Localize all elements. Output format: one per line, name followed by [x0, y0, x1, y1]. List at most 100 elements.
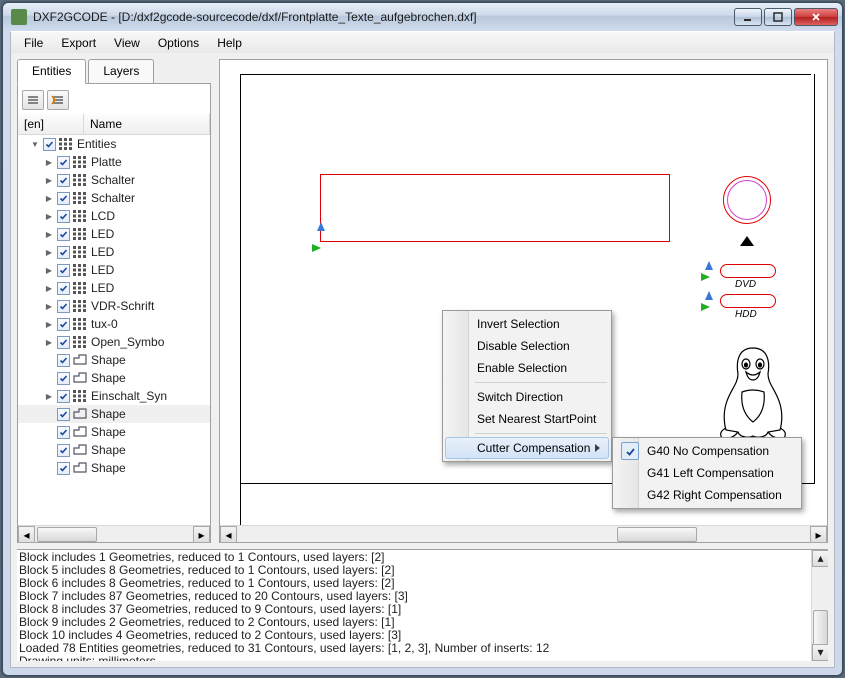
- tree-row[interactable]: Shape: [18, 369, 210, 387]
- checkbox[interactable]: [57, 426, 70, 439]
- expander-icon[interactable]: ▶: [44, 320, 54, 329]
- checkbox[interactable]: [57, 300, 70, 313]
- menu-view[interactable]: View: [105, 32, 149, 53]
- checkbox[interactable]: [57, 318, 70, 331]
- tree-row[interactable]: Shape: [18, 423, 210, 441]
- canvas-scroll-left-icon[interactable]: ◂: [220, 526, 237, 543]
- expander-icon[interactable]: ▶: [44, 302, 54, 311]
- expander-icon[interactable]: ▶: [44, 248, 54, 257]
- expander-icon[interactable]: ▶: [44, 230, 54, 239]
- tree-row[interactable]: ▶Open_Symbo: [18, 333, 210, 351]
- tree-row[interactable]: ▶VDR-Schrift: [18, 297, 210, 315]
- checkbox[interactable]: [57, 192, 70, 205]
- shape-lcd-rect[interactable]: [320, 174, 670, 242]
- tree-row[interactable]: Shape: [18, 441, 210, 459]
- ctx-g40[interactable]: G40 No Compensation: [615, 440, 799, 462]
- tree-row[interactable]: ▶ Platte: [18, 153, 210, 171]
- shape-icon: [73, 354, 87, 366]
- expander-icon[interactable]: ▶: [44, 392, 54, 401]
- scroll-down-icon[interactable]: ▾: [812, 644, 828, 661]
- expander-icon[interactable]: ▼: [30, 140, 40, 149]
- grid-icon: [73, 264, 87, 276]
- scroll-left-icon[interactable]: ◂: [18, 526, 35, 543]
- tree-row[interactable]: Shape: [18, 459, 210, 477]
- grid-icon: [73, 210, 87, 222]
- shape-circle-inner[interactable]: [727, 180, 767, 220]
- scroll-right-icon[interactable]: ▸: [193, 526, 210, 543]
- checkbox[interactable]: [57, 372, 70, 385]
- tab-entities[interactable]: Entities: [17, 59, 86, 84]
- titlebar[interactable]: DXF2GCODE - [D:/dxf2gcode-sourcecode/dxf…: [3, 3, 842, 31]
- tree-row[interactable]: ▶Einschalt_Syn: [18, 387, 210, 405]
- dir-marker-right-icon: [312, 244, 321, 252]
- expander-icon[interactable]: ▶: [44, 158, 54, 167]
- canvas-scroll-thumb[interactable]: [617, 527, 697, 542]
- log-panel[interactable]: Block includes 1 Geometries, reduced to …: [17, 549, 828, 661]
- maximize-button[interactable]: [764, 8, 792, 26]
- tree-row[interactable]: ▶LED: [18, 243, 210, 261]
- canvas-hscroll[interactable]: ◂ ▸: [220, 525, 827, 542]
- collapse-button[interactable]: [22, 90, 44, 110]
- checkbox[interactable]: [57, 228, 70, 241]
- tree-row[interactable]: ▼Entities: [18, 135, 210, 153]
- shape-dvd-rect[interactable]: [720, 264, 776, 278]
- tree-row[interactable]: ▶LED: [18, 279, 210, 297]
- canvas-scroll-right-icon[interactable]: ▸: [810, 526, 827, 543]
- ctx-invert[interactable]: Invert Selection: [445, 313, 609, 335]
- ctx-switch[interactable]: Switch Direction: [445, 386, 609, 408]
- ctx-nearest[interactable]: Set Nearest StartPoint: [445, 408, 609, 430]
- col-name[interactable]: Name: [84, 114, 210, 134]
- shape-hdd-rect[interactable]: [720, 294, 776, 308]
- checkbox[interactable]: [57, 246, 70, 259]
- checkbox[interactable]: [57, 336, 70, 349]
- expander-icon[interactable]: ▶: [44, 266, 54, 275]
- tab-layers[interactable]: Layers: [88, 59, 154, 83]
- tree-row[interactable]: ▶LED: [18, 261, 210, 279]
- row-label: Platte: [91, 155, 122, 169]
- tree-row[interactable]: ▶Schalter: [18, 171, 210, 189]
- ctx-enable[interactable]: Enable Selection: [445, 357, 609, 379]
- tree-row[interactable]: Shape: [18, 351, 210, 369]
- checkbox[interactable]: [57, 210, 70, 223]
- tree-row[interactable]: ▶LED: [18, 225, 210, 243]
- expand-button[interactable]: [47, 90, 69, 110]
- checkbox[interactable]: [57, 390, 70, 403]
- expander-icon[interactable]: ▶: [44, 194, 54, 203]
- tree-row[interactable]: ▶LCD: [18, 207, 210, 225]
- tree-hscroll[interactable]: ◂ ▸: [18, 525, 210, 542]
- tree-row[interactable]: ▶tux-0: [18, 315, 210, 333]
- expander-icon[interactable]: ▶: [44, 338, 54, 347]
- ctx-cutter[interactable]: Cutter Compensation: [445, 437, 609, 459]
- row-label: Shape: [91, 353, 126, 367]
- menu-file[interactable]: File: [15, 32, 52, 53]
- checkbox[interactable]: [57, 462, 70, 475]
- close-button[interactable]: [794, 8, 838, 26]
- entity-tree[interactable]: ▼Entities▶Platte▶Schalter▶Schalter▶LCD▶L…: [18, 135, 210, 525]
- ctx-g41[interactable]: G41 Left Compensation: [615, 462, 799, 484]
- log-vscroll[interactable]: ▴ ▾: [811, 550, 828, 661]
- checkbox[interactable]: [57, 282, 70, 295]
- checkbox[interactable]: [57, 354, 70, 367]
- expander-icon[interactable]: ▶: [44, 176, 54, 185]
- expander-icon[interactable]: ▶: [44, 284, 54, 293]
- checkbox[interactable]: [43, 138, 56, 151]
- checkbox[interactable]: [57, 264, 70, 277]
- minimize-button[interactable]: [734, 8, 762, 26]
- tux-drawing[interactable]: [708, 340, 798, 440]
- checkbox[interactable]: [57, 156, 70, 169]
- col-en[interactable]: [en]: [18, 114, 84, 134]
- expander-icon[interactable]: ▶: [44, 212, 54, 221]
- checkbox[interactable]: [57, 174, 70, 187]
- menu-export[interactable]: Export: [52, 32, 105, 53]
- ctx-g42[interactable]: G42 Right Compensation: [615, 484, 799, 506]
- scroll-up-icon[interactable]: ▴: [812, 550, 828, 567]
- menu-help[interactable]: Help: [208, 32, 251, 53]
- tree-row[interactable]: ▶Schalter: [18, 189, 210, 207]
- checkbox[interactable]: [57, 408, 70, 421]
- drawing-canvas[interactable]: DVD HDD: [220, 60, 827, 525]
- checkbox[interactable]: [57, 444, 70, 457]
- menu-options[interactable]: Options: [149, 32, 208, 53]
- ctx-disable[interactable]: Disable Selection: [445, 335, 609, 357]
- scroll-thumb[interactable]: [37, 527, 97, 542]
- tree-row[interactable]: Shape: [18, 405, 210, 423]
